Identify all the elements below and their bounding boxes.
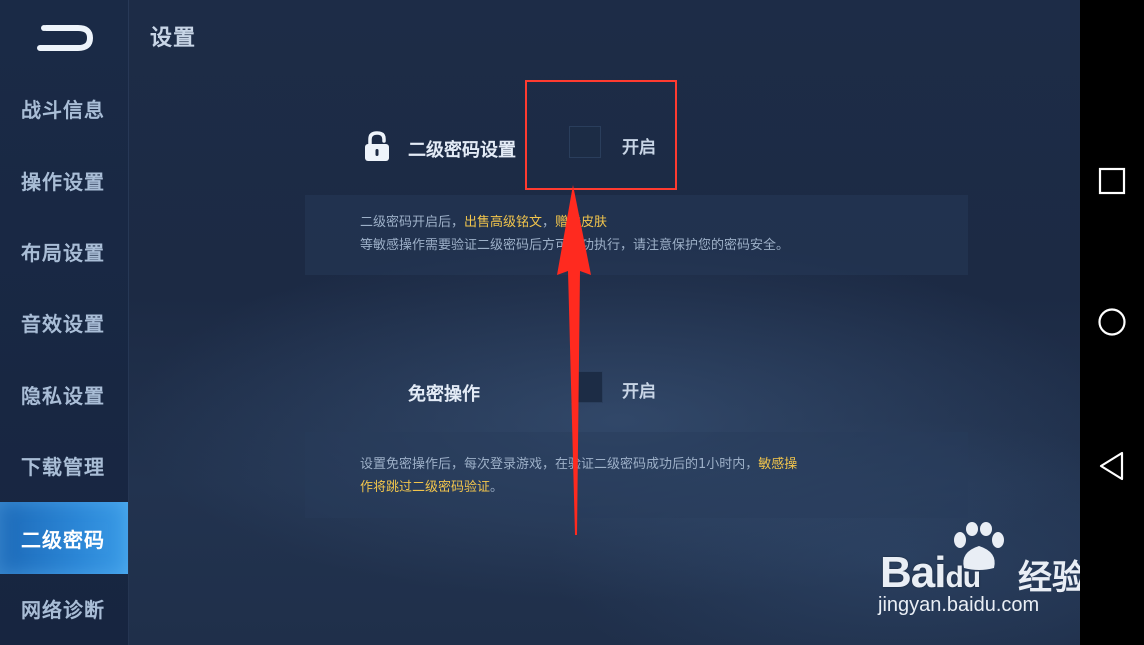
home-circle-icon[interactable] bbox=[1097, 307, 1127, 337]
sidebar-item-battle-info[interactable]: 战斗信息 bbox=[0, 78, 128, 138]
desc-highlight-sell-inscription: 出售高级铭文 bbox=[464, 215, 543, 230]
back-triangle-icon[interactable] bbox=[1097, 450, 1127, 482]
baidu-jingyan-watermark: Baidu 经验 jingyan.baidu.com bbox=[876, 522, 1080, 622]
game-screen: 战斗信息 操作设置 布局设置 音效设置 隐私设置 下载管理 二级密码 网络诊断 … bbox=[0, 0, 1080, 645]
sidebar-item-secondary-password[interactable]: 二级密码 bbox=[0, 502, 128, 574]
lock-icon bbox=[365, 131, 389, 161]
password-free-label: 免密操作 bbox=[408, 384, 480, 405]
secondary-password-description: 二级密码开启后，出售高级铭文，赠送皮肤 等敏感操作需要验证二级密码后方可成功执行… bbox=[305, 195, 968, 275]
annotation-arrow-icon bbox=[557, 185, 591, 535]
secondary-password-desc-line1: 二级密码开启后，出售高级铭文，赠送皮肤 bbox=[360, 211, 968, 234]
watermark-url: jingyan.baidu.com bbox=[878, 594, 1040, 616]
sidebar-item-layout[interactable]: 布局设置 bbox=[0, 221, 128, 281]
android-navigation-bar bbox=[1080, 0, 1144, 645]
password-free-description: 设置免密操作后，每次登录游戏，在验证二级密码成功后的1小时内，敏感操 作将跳过二… bbox=[305, 432, 968, 518]
watermark-brand: Baidu bbox=[880, 548, 981, 598]
back-button[interactable] bbox=[32, 20, 96, 56]
sidebar-item-privacy[interactable]: 隐私设置 bbox=[0, 364, 128, 424]
desc-separator: ， bbox=[542, 215, 556, 230]
sidebar-item-controls[interactable]: 操作设置 bbox=[0, 150, 128, 210]
page-title: 设置 bbox=[150, 26, 197, 51]
watermark-jingyan-text: 经验 bbox=[1018, 558, 1080, 598]
secondary-password-label: 二级密码设置 bbox=[408, 140, 516, 161]
sidebar-item-downloads[interactable]: 下载管理 bbox=[0, 435, 128, 495]
annotation-highlight-box bbox=[525, 80, 677, 190]
desc-text-end: 。 bbox=[490, 480, 504, 495]
recents-square-icon[interactable] bbox=[1097, 166, 1127, 196]
back-arrow-icon bbox=[37, 25, 94, 51]
sidebar-item-audio[interactable]: 音效设置 bbox=[0, 292, 128, 352]
watermark-brand-du: du bbox=[945, 561, 981, 594]
secondary-password-desc-line2: 等敏感操作需要验证二级密码后方可成功执行，请注意保护您的密码安全。 bbox=[360, 234, 968, 257]
password-free-desc-line1: 设置免密操作后，每次登录游戏，在验证二级密码成功后的1小时内，敏感操 bbox=[360, 453, 968, 476]
desc-highlight-sensitive: 敏感操 bbox=[758, 457, 798, 472]
watermark-brand-bai: Bai bbox=[880, 548, 946, 597]
sidebar-item-network-diagnosis[interactable]: 网络诊断 bbox=[0, 578, 128, 638]
desc-highlight-skip-verify: 作将跳过二级密码验证 bbox=[360, 480, 491, 495]
desc-text: 二级密码开启后， bbox=[360, 215, 465, 230]
settings-sidebar: 战斗信息 操作设置 布局设置 音效设置 隐私设置 下载管理 二级密码 网络诊断 bbox=[0, 0, 129, 645]
password-free-desc-line2: 作将跳过二级密码验证。 bbox=[360, 476, 968, 499]
password-free-toggle-label[interactable]: 开启 bbox=[622, 377, 656, 402]
